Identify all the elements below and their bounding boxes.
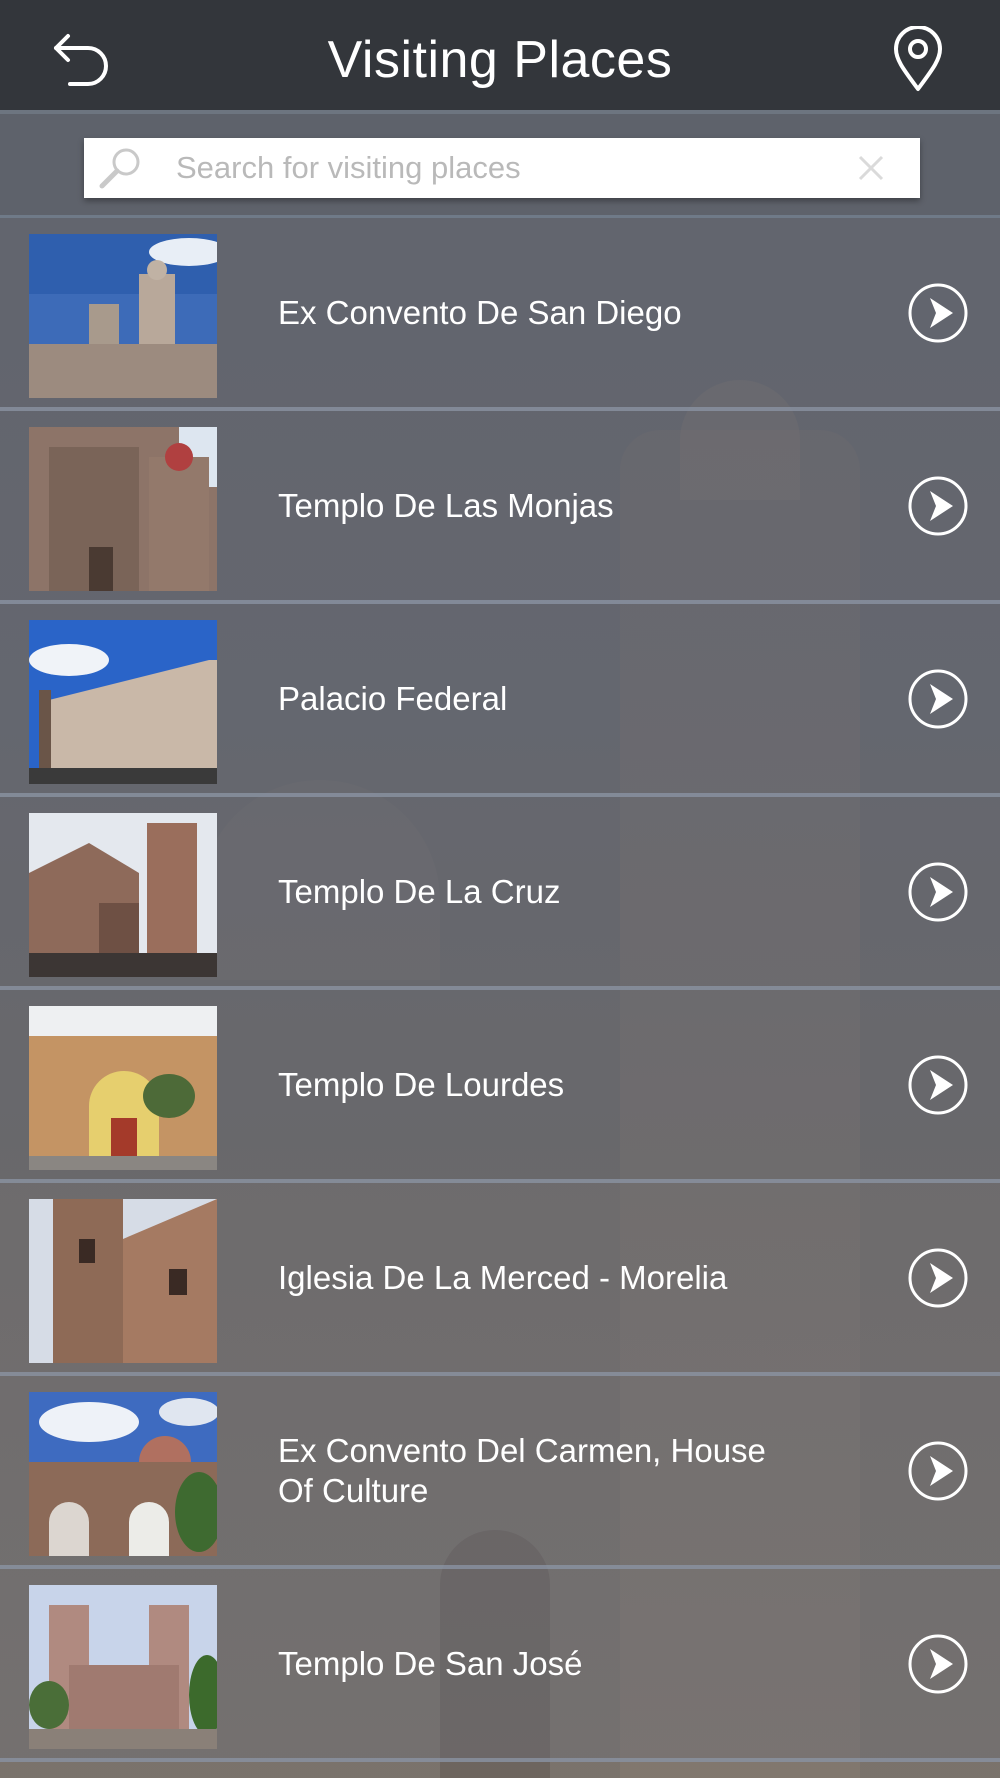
chevron-right-circle-icon[interactable] [907, 282, 969, 344]
chevron-right-circle-icon[interactable] [907, 1633, 969, 1695]
list-item[interactable]: Templo De La Cruz [0, 797, 1000, 990]
chevron-right-circle-icon[interactable] [907, 1054, 969, 1116]
place-thumbnail [29, 813, 217, 977]
place-thumbnail [29, 234, 217, 398]
place-thumbnail [29, 427, 217, 591]
search-placeholder: Search for visiting places [176, 150, 521, 185]
places-list: Ex Convento De San Diego Templo De Las M… [0, 218, 1000, 1762]
search-input[interactable]: Search for visiting places [84, 138, 920, 198]
chevron-right-circle-icon[interactable] [907, 1440, 969, 1502]
place-name: Ex Convento Del Carmen, House Of Culture [278, 1431, 766, 1509]
list-item[interactable]: Templo De Lourdes [0, 990, 1000, 1183]
place-name: Templo De La Cruz [278, 872, 561, 910]
place-thumbnail [29, 1006, 217, 1170]
list-item[interactable]: Iglesia De La Merced - Morelia [0, 1183, 1000, 1376]
close-icon[interactable] [856, 153, 886, 183]
place-thumbnail [29, 1585, 217, 1749]
list-item[interactable]: Ex Convento De San Diego [0, 218, 1000, 411]
place-name: Templo De Lourdes [278, 1065, 565, 1103]
search-bar: Search for visiting places [0, 114, 1000, 218]
chevron-right-circle-icon[interactable] [907, 668, 969, 730]
list-item[interactable]: Palacio Federal [0, 604, 1000, 797]
app-header: Visiting Places [0, 0, 1000, 114]
chevron-right-circle-icon[interactable] [907, 861, 969, 923]
list-item[interactable]: Ex Convento Del Carmen, House Of Culture [0, 1376, 1000, 1569]
place-name: Templo De San José [278, 1644, 583, 1682]
chevron-right-circle-icon[interactable] [907, 1247, 969, 1309]
map-pin-icon[interactable] [890, 25, 946, 92]
list-item[interactable]: Templo De Las Monjas [0, 411, 1000, 604]
place-name: Palacio Federal [278, 679, 508, 717]
place-thumbnail [29, 620, 217, 784]
page-title: Visiting Places [327, 31, 673, 89]
place-name: Iglesia De La Merced - Morelia [278, 1258, 728, 1296]
place-thumbnail [29, 1392, 217, 1556]
place-name: Templo De Las Monjas [278, 486, 614, 524]
magnifier-icon [96, 146, 144, 192]
place-name: Ex Convento De San Diego [278, 293, 682, 331]
place-thumbnail [29, 1199, 217, 1363]
list-item[interactable]: Templo De San José [0, 1569, 1000, 1762]
chevron-right-circle-icon[interactable] [907, 475, 969, 537]
